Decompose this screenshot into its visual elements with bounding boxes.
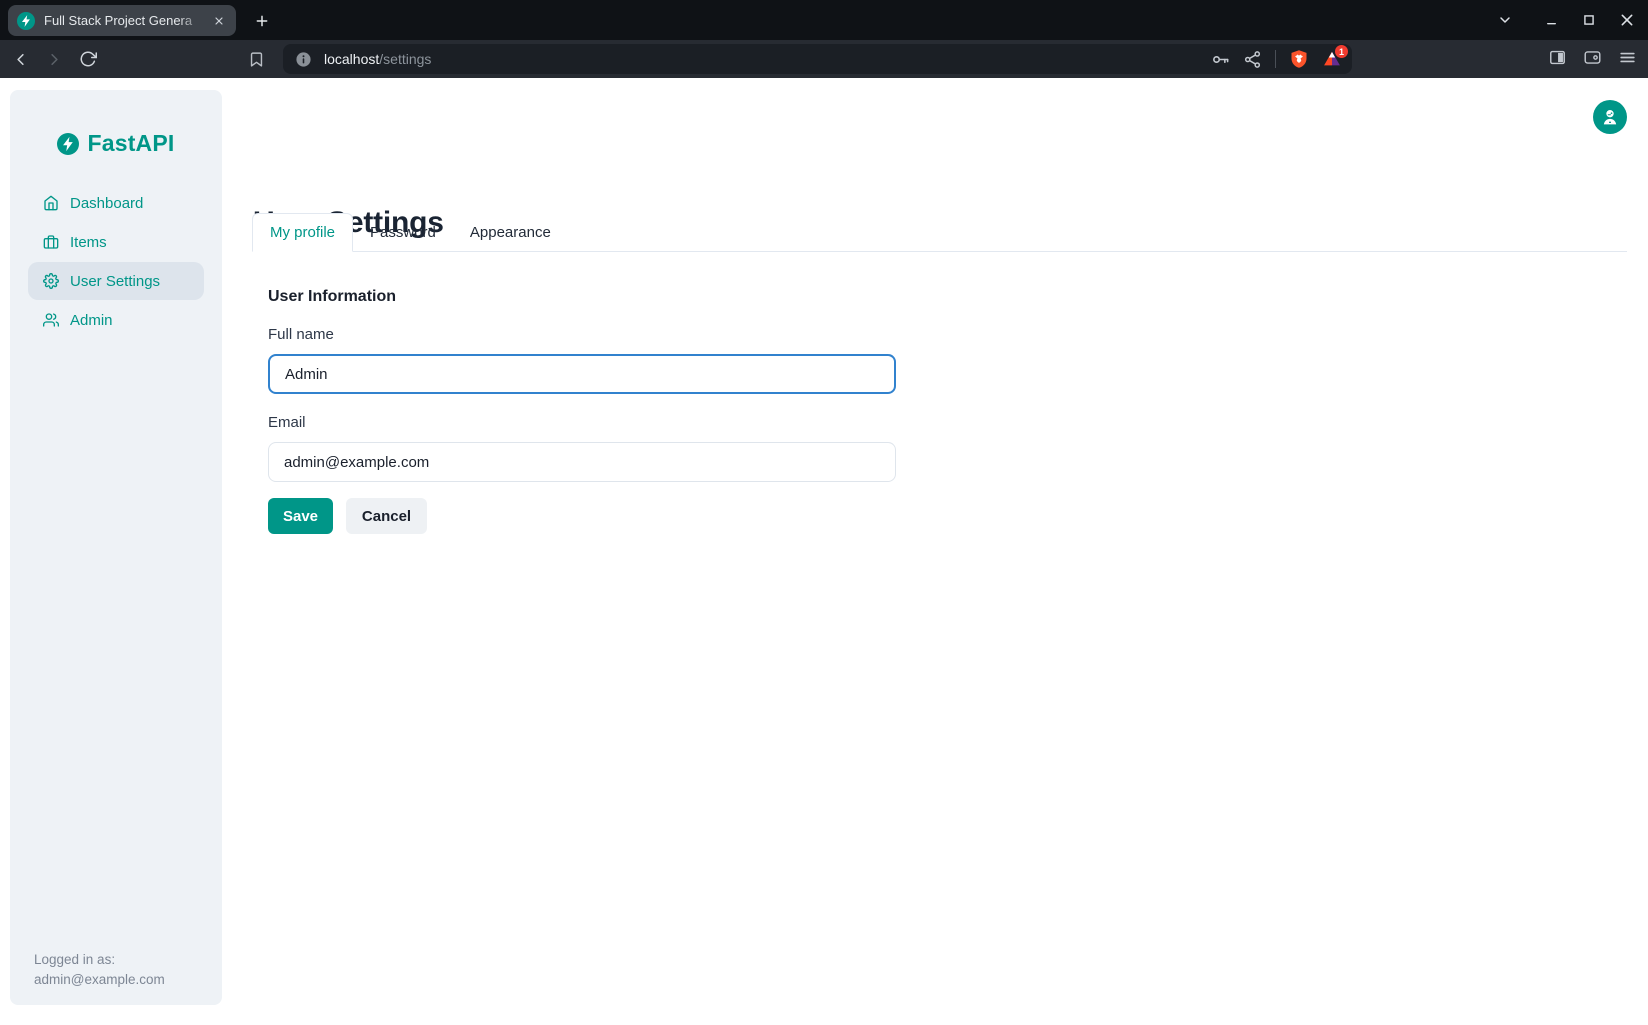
user-avatar-button[interactable]: [1593, 100, 1627, 134]
password-key-icon[interactable]: [1211, 50, 1230, 69]
users-icon: [43, 312, 59, 328]
url-path: /settings: [379, 51, 431, 67]
gear-icon: [43, 273, 59, 289]
fastapi-favicon-icon: [17, 12, 35, 30]
reload-icon[interactable]: [76, 47, 100, 71]
fastapi-logo: FastAPI: [10, 130, 222, 157]
sidebar-item-user-settings[interactable]: User Settings: [28, 262, 204, 300]
logged-in-email: admin@example.com: [34, 970, 165, 990]
sidebar-item-admin[interactable]: Admin: [28, 301, 204, 339]
sidebar-item-dashboard[interactable]: Dashboard: [28, 184, 204, 222]
url-host: localhost: [324, 51, 379, 67]
sidebar-item-label: Dashboard: [70, 195, 143, 212]
save-button[interactable]: Save: [268, 498, 333, 534]
user-icon: [1600, 107, 1620, 127]
browser-tab[interactable]: Full Stack Project Genera: [8, 5, 236, 36]
toolbar-divider: [1275, 50, 1276, 68]
window-chevron-down-icon[interactable]: [1494, 9, 1516, 31]
tab-appearance[interactable]: Appearance: [453, 213, 568, 251]
bookmark-icon[interactable]: [244, 47, 268, 71]
sidebar-item-label: User Settings: [70, 273, 160, 290]
sidebar: FastAPI Dashboard Items User Settings: [10, 90, 222, 1005]
full-name-label: Full name: [268, 326, 334, 343]
back-icon[interactable]: [8, 47, 32, 71]
tab-password[interactable]: Password: [353, 213, 453, 251]
logged-in-footer: Logged in as: admin@example.com: [34, 950, 165, 990]
cancel-button[interactable]: Cancel: [346, 498, 427, 534]
new-tab-icon[interactable]: [250, 9, 274, 33]
tab-close-icon[interactable]: [210, 12, 228, 30]
url-text[interactable]: localhost/settings: [324, 51, 1211, 67]
sidebar-item-items[interactable]: Items: [28, 223, 204, 261]
email-field[interactable]: [268, 442, 896, 482]
email-label: Email: [268, 414, 306, 431]
wallet-icon[interactable]: [1582, 47, 1603, 68]
browser-tabstrip: Full Stack Project Genera: [0, 0, 1648, 40]
tab-my-profile[interactable]: My profile: [252, 213, 353, 252]
browser-toolbar: localhost/settings 1: [0, 40, 1648, 78]
window-close-icon[interactable]: [1616, 9, 1638, 31]
brand-name: FastAPI: [87, 130, 174, 157]
sidebar-toggle-icon[interactable]: [1547, 47, 1568, 68]
briefcase-icon: [43, 234, 59, 250]
menu-hamburger-icon[interactable]: [1617, 47, 1638, 68]
section-title: User Information: [268, 288, 396, 306]
window-controls: [1494, 0, 1648, 40]
app-page: FastAPI Dashboard Items User Settings: [0, 78, 1648, 1025]
brave-shield-icon[interactable]: [1289, 49, 1309, 69]
browser-window: Full Stack Project Genera: [0, 0, 1648, 1025]
sidebar-item-label: Items: [70, 234, 107, 251]
share-icon[interactable]: [1243, 50, 1262, 69]
full-name-field[interactable]: [268, 354, 896, 394]
fastapi-bolt-icon: [57, 133, 79, 155]
tab-title: Full Stack Project Genera: [44, 13, 210, 28]
forward-icon[interactable]: [42, 47, 66, 71]
brave-rewards-icon[interactable]: 1: [1322, 49, 1342, 69]
window-minimize-icon[interactable]: [1540, 9, 1562, 31]
sidebar-item-label: Admin: [70, 312, 113, 329]
rewards-badge: 1: [1335, 45, 1348, 58]
address-bar[interactable]: localhost/settings 1: [283, 44, 1352, 74]
settings-tabs: My profile Password Appearance: [252, 213, 1627, 252]
logged-in-label: Logged in as:: [34, 950, 165, 970]
site-info-icon[interactable]: [295, 51, 312, 68]
home-icon: [43, 195, 59, 211]
window-maximize-icon[interactable]: [1578, 9, 1600, 31]
